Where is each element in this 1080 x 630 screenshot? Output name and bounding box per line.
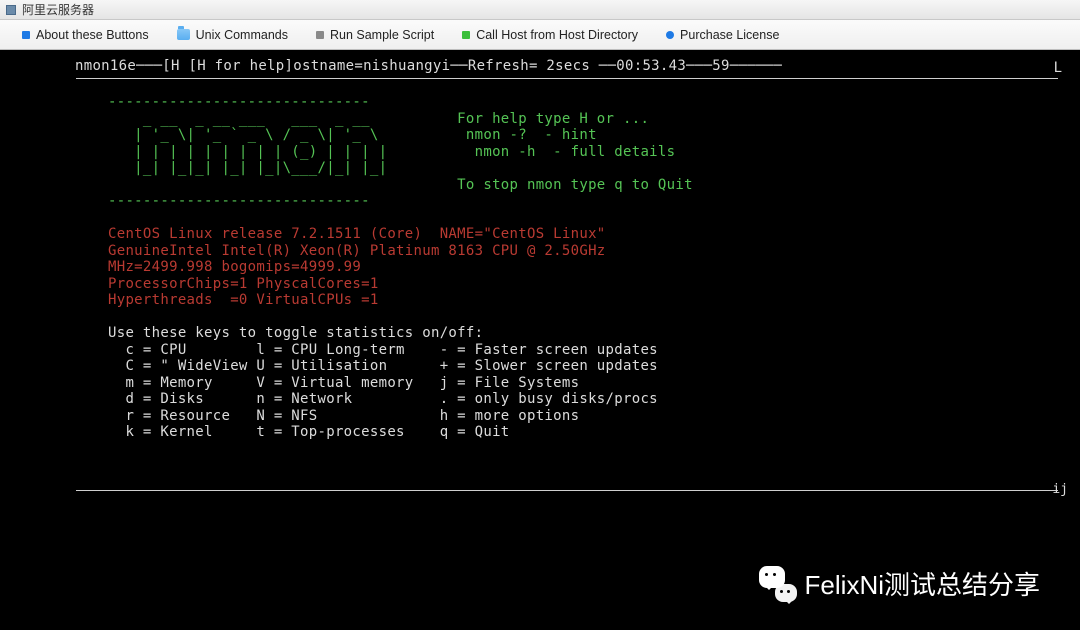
toolbar-label: Unix Commands: [196, 28, 288, 42]
about-icon: [22, 31, 30, 39]
window-titlebar: 阿里云服务器: [0, 0, 1080, 20]
divider-top: [76, 78, 1058, 79]
host-icon: [462, 31, 470, 39]
sys-info: CentOS Linux release 7.2.1511 (Core) NAM…: [108, 226, 606, 242]
watermark: FelixNi测试总结分享: [759, 565, 1040, 602]
script-icon: [316, 31, 324, 39]
keys-help: Use these keys to toggle statistics on/o…: [108, 325, 483, 341]
license-icon: [666, 31, 674, 39]
about-buttons[interactable]: About these Buttons: [8, 24, 163, 46]
run-sample-script[interactable]: Run Sample Script: [302, 24, 448, 46]
call-host[interactable]: Call Host from Host Directory: [448, 24, 652, 46]
window-icon: [6, 5, 16, 15]
window-title: 阿里云服务器: [22, 1, 94, 18]
toolbar-label: Purchase License: [680, 28, 779, 42]
divider-mid: [76, 490, 1058, 491]
toolbar-label: Call Host from Host Directory: [476, 28, 638, 42]
folder-icon: [177, 29, 190, 40]
purchase-license[interactable]: Purchase License: [652, 24, 793, 46]
watermark-text: FelixNi测试总结分享: [805, 565, 1040, 602]
toolbar-label: Run Sample Script: [330, 28, 434, 42]
terminal[interactable]: nmon16e───[H [H for help]ostname=nishuan…: [0, 50, 1080, 630]
header-right: L: [1054, 60, 1062, 76]
toolbar-label: About these Buttons: [36, 28, 149, 42]
wechat-icon: [759, 566, 795, 602]
terminal-body: ------------------------------ _ __ _ __…: [0, 74, 1080, 441]
corner-ij: ij: [1052, 482, 1068, 497]
unix-commands[interactable]: Unix Commands: [163, 24, 302, 46]
toolbar: About these Buttons Unix Commands Run Sa…: [0, 20, 1080, 50]
ascii-art: ------------------------------: [108, 94, 370, 110]
nmon-header: nmon16e───[H [H for help]ostname=nishuan…: [0, 58, 1080, 74]
